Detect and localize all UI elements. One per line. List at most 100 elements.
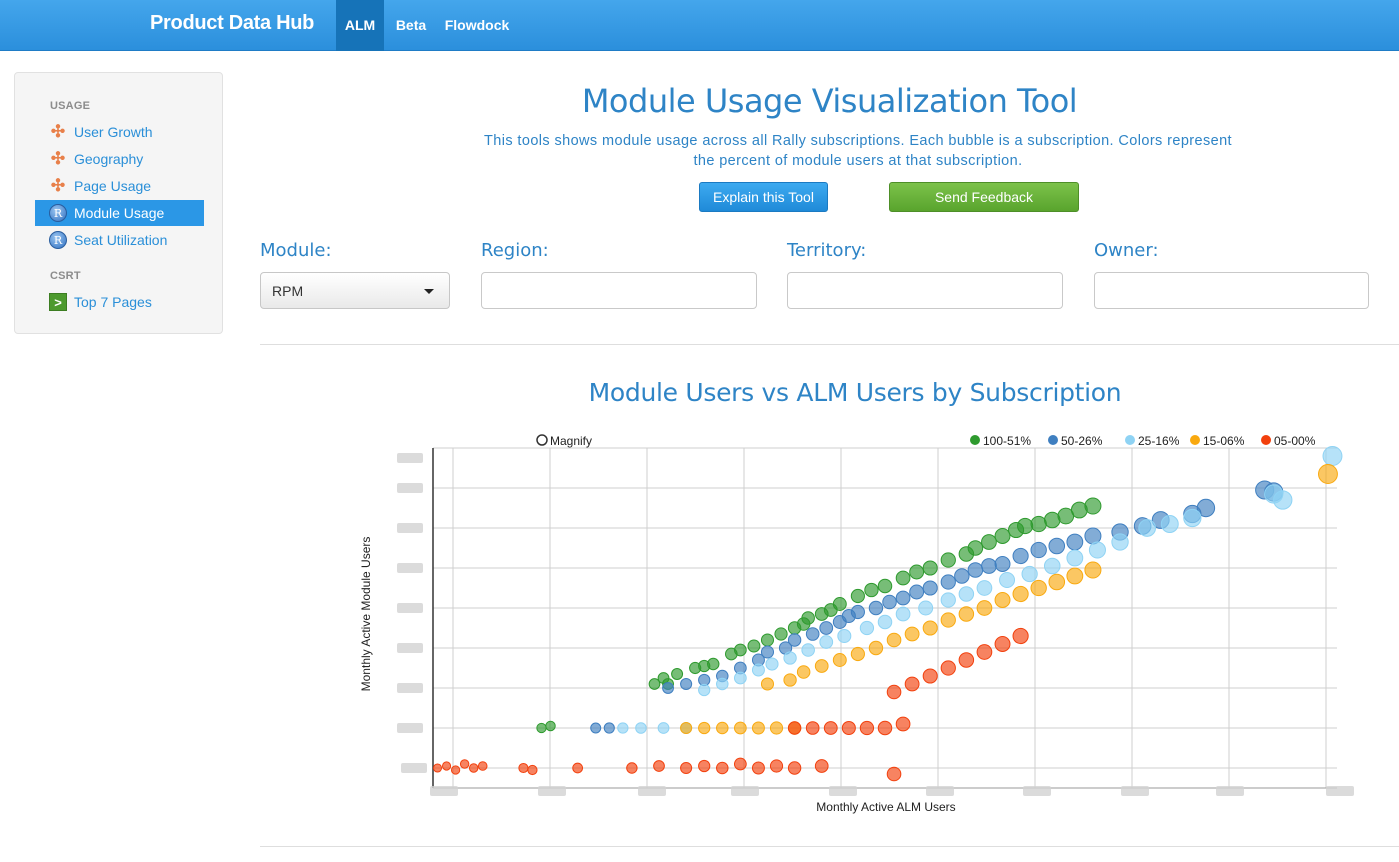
data-point	[841, 720, 856, 736]
data-point	[940, 592, 956, 608]
data-point	[958, 652, 975, 668]
data-point	[747, 639, 761, 653]
data-point	[940, 552, 956, 568]
data-point	[698, 759, 711, 773]
data-point	[518, 762, 529, 774]
data-point	[940, 612, 956, 628]
data-point	[859, 720, 875, 736]
x-tick-label	[926, 786, 954, 796]
data-point	[904, 676, 920, 692]
data-point	[1183, 508, 1202, 528]
y-tick-label	[397, 723, 423, 733]
data-point	[432, 763, 443, 773]
data-point	[698, 683, 711, 697]
data-point	[909, 584, 925, 600]
data-point	[760, 677, 775, 691]
data-point	[922, 580, 938, 596]
data-point	[832, 597, 847, 611]
data-point	[895, 590, 911, 606]
data-point	[590, 722, 602, 734]
data-point	[958, 586, 975, 602]
scatter-chart: 100-51% 50-26% 25-16% 15-06% 05-00% Magnify …	[359, 434, 1354, 814]
data-point	[662, 682, 674, 694]
data-point	[868, 600, 884, 616]
y-tick-label	[401, 763, 427, 773]
data-point	[477, 761, 488, 771]
data-point	[657, 672, 670, 684]
data-point	[1084, 497, 1102, 515]
data-point	[976, 600, 993, 616]
data-point	[837, 628, 852, 644]
magnify-label: Magnify	[550, 434, 592, 448]
data-point	[814, 659, 829, 673]
data-point	[572, 762, 584, 774]
data-point	[805, 627, 820, 641]
data-point	[1030, 579, 1047, 597]
data-point	[904, 626, 920, 642]
magnify-radio-icon[interactable]	[536, 434, 548, 446]
data-point	[680, 761, 693, 775]
data-point	[886, 684, 902, 700]
legend-swatch	[1125, 435, 1135, 445]
data-point	[760, 633, 775, 647]
data-point	[850, 646, 865, 662]
data-point	[850, 588, 865, 604]
y-tick-label	[397, 643, 423, 653]
data-point	[769, 721, 784, 735]
data-point	[1043, 557, 1061, 575]
x-tick-label	[1121, 786, 1149, 796]
data-point	[814, 759, 829, 773]
data-point	[976, 644, 993, 660]
y-tick-label	[397, 563, 423, 573]
data-point	[868, 640, 884, 656]
y-tick-label	[397, 453, 423, 463]
data-point	[958, 606, 975, 622]
data-point	[751, 761, 765, 775]
legend-swatch	[970, 435, 980, 445]
data-point	[468, 763, 479, 773]
data-point	[999, 572, 1016, 588]
data-point	[1066, 567, 1084, 585]
data-point	[877, 614, 893, 630]
x-tick-label	[829, 786, 857, 796]
magnify-toggle[interactable]: Magnify	[536, 434, 592, 448]
data-point	[895, 570, 911, 586]
data-point	[994, 592, 1011, 608]
y-tick-label	[397, 523, 423, 533]
y-tick-label	[397, 683, 423, 693]
data-point	[886, 632, 902, 648]
data-point	[787, 721, 802, 735]
data-point	[733, 721, 747, 735]
data-point	[1012, 585, 1029, 603]
data-point	[783, 651, 797, 665]
y-tick-label	[397, 603, 423, 613]
data-point	[819, 635, 834, 649]
data-point	[716, 677, 729, 691]
data-point	[536, 722, 547, 734]
legend-label: 100-51%	[983, 434, 1031, 448]
legend-label: 05-00%	[1274, 434, 1316, 448]
data-point	[769, 759, 784, 773]
data-point	[832, 653, 847, 667]
x-axis-title: Monthly Active ALM Users	[816, 800, 955, 814]
data-point	[733, 757, 747, 771]
data-point	[801, 611, 815, 625]
x-tick-label	[1326, 786, 1354, 796]
data-point	[967, 540, 984, 556]
data-point	[1021, 565, 1038, 583]
x-tick-label	[1216, 786, 1244, 796]
x-tick-label	[430, 786, 458, 796]
data-point	[751, 663, 765, 677]
data-point	[967, 562, 984, 578]
data-point	[1111, 533, 1129, 551]
data-point	[895, 606, 911, 622]
data-point	[733, 643, 747, 657]
data-point	[850, 604, 865, 620]
data-point	[918, 600, 934, 616]
data-point	[657, 722, 670, 734]
data-point	[545, 720, 556, 732]
data-point	[1048, 537, 1066, 555]
data-point	[981, 534, 997, 550]
data-point	[603, 722, 615, 734]
data-point	[994, 636, 1011, 652]
